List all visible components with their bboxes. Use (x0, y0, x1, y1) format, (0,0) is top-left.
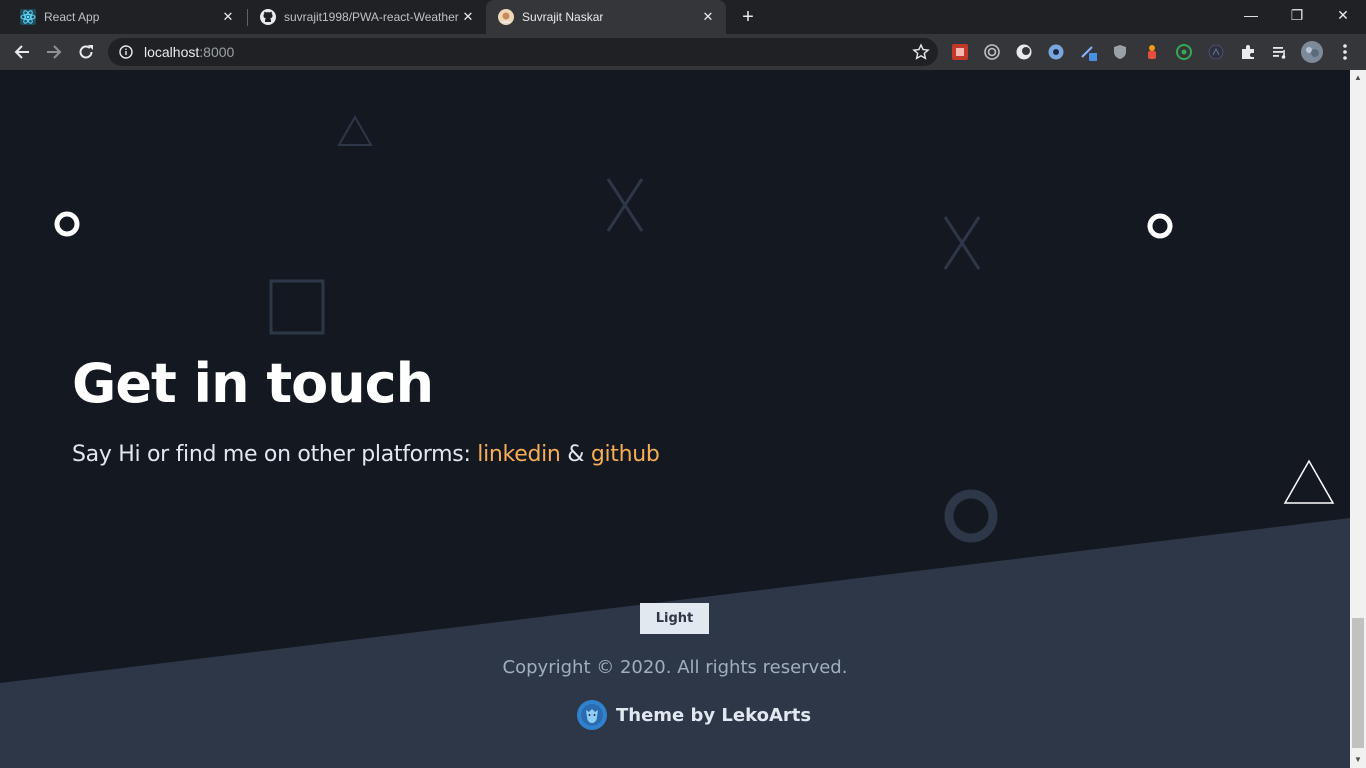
close-tab-icon[interactable]: ✕ (700, 9, 716, 25)
menu-dots-icon[interactable] (1336, 43, 1354, 61)
url-port: :8000 (199, 44, 235, 60)
playlist-icon[interactable] (1271, 43, 1289, 61)
circle-ring-icon (944, 489, 998, 543)
close-window-button[interactable]: ✕ (1320, 0, 1366, 30)
theme-credit-link[interactable]: Theme by LekoArts (576, 698, 811, 732)
square-outline-icon (269, 279, 325, 335)
reload-button[interactable] (72, 38, 100, 66)
site-info-icon[interactable] (118, 44, 134, 60)
moon-extension-icon[interactable] (1015, 43, 1033, 61)
forward-arrow-icon (47, 45, 62, 59)
back-button[interactable] (8, 38, 36, 66)
tab-title: suvrajit1998/PWA-react-Weather (284, 10, 459, 24)
scroll-down-icon[interactable]: ▼ (1350, 752, 1366, 768)
tab-react-app[interactable]: React App ✕ (0, 0, 246, 34)
red-extension-icon[interactable] (951, 43, 969, 61)
new-tab-button[interactable]: + (738, 7, 758, 27)
profile-avatar-icon[interactable] (1301, 41, 1323, 63)
x-shape-icon (606, 178, 644, 232)
scrollbar-thumb[interactable] (1352, 618, 1364, 748)
github-icon (260, 9, 276, 25)
circle-ring-icon (1147, 213, 1173, 239)
whatsapp-extension-icon[interactable] (1175, 43, 1193, 61)
forward-button[interactable] (40, 38, 68, 66)
reload-icon (79, 45, 93, 59)
blue-circle-extension-icon[interactable] (1047, 43, 1065, 61)
contact-prefix: Say Hi or find me on other platforms: (72, 442, 478, 467)
triangle-outline-icon (1283, 459, 1335, 504)
scroll-up-icon[interactable]: ▲ (1350, 70, 1366, 86)
github-link[interactable]: github (591, 442, 660, 467)
x-shape-icon (943, 216, 981, 270)
minimize-button[interactable]: — (1228, 0, 1274, 30)
close-tab-icon[interactable]: ✕ (460, 9, 476, 25)
tab-title: React App (44, 10, 100, 24)
close-tab-icon[interactable]: ✕ (220, 9, 236, 25)
react-icon (20, 9, 36, 25)
puzzle-icon[interactable] (1239, 43, 1257, 61)
circle-ring-icon (54, 211, 80, 237)
linkedin-link[interactable]: linkedin (477, 442, 561, 467)
shield-extension-icon[interactable] (1111, 43, 1129, 61)
dark-circle-extension-icon[interactable] (1207, 43, 1225, 61)
page-content: Get in touch Say Hi or find me on other … (0, 70, 1350, 768)
tab-github[interactable]: suvrajit1998/PWA-react-Weather ✕ (240, 0, 486, 34)
copyright-text: Copyright © 2020. All rights reserved. (502, 657, 848, 678)
tab-suvrajit-naskar[interactable]: Suvrajit Naskar ✕ (486, 0, 726, 34)
credit-label: Theme by LekoArts (616, 704, 812, 726)
pen-extension-icon[interactable] (1079, 43, 1097, 61)
ampersand: & (560, 442, 591, 467)
color-mode-button[interactable]: Light (640, 603, 709, 634)
contact-text: Say Hi or find me on other platforms: li… (72, 442, 660, 467)
restore-button[interactable]: ❐ (1274, 0, 1320, 30)
tab-title: Suvrajit Naskar (522, 10, 604, 24)
page-scrollbar[interactable]: ▲ ▼ (1350, 70, 1366, 768)
url-host: localhost (144, 44, 200, 60)
avatar-icon (498, 9, 514, 25)
back-arrow-icon (14, 45, 29, 59)
figure-extension-icon[interactable] (1143, 43, 1161, 61)
browser-toolbar: localhost:8000 (0, 34, 1366, 70)
triangle-outline-icon (337, 114, 373, 146)
lekoarts-logo-icon (577, 700, 607, 730)
address-bar[interactable]: localhost:8000 (108, 38, 938, 66)
bookmark-star-icon[interactable] (912, 43, 930, 61)
target-extension-icon[interactable] (983, 43, 1001, 61)
page-title: Get in touch (72, 352, 434, 415)
tab-strip: React App ✕ suvrajit1998/PWA-react-Weath… (0, 0, 1366, 34)
